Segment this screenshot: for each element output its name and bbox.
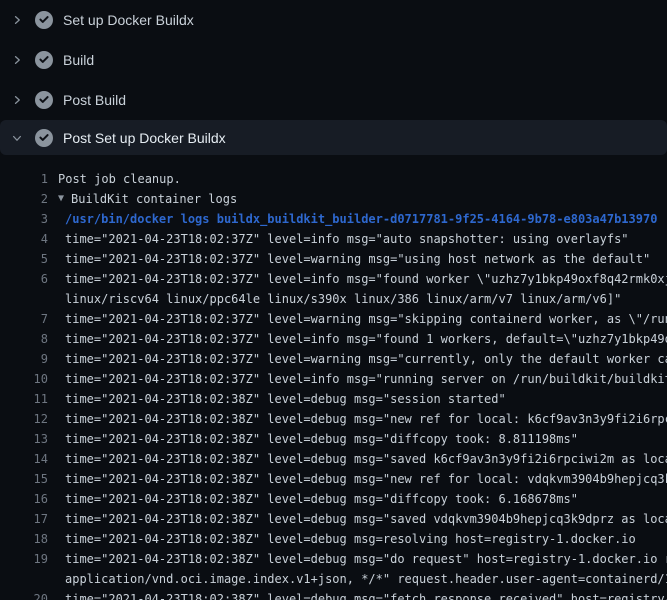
workflow-log-panel: Set up Docker Buildx Build Post Build Po…	[0, 0, 667, 600]
log-line: 14 time="2021-04-23T18:02:38Z" level=debu…	[0, 449, 667, 469]
log-text: time="2021-04-23T18:02:37Z" level=info m…	[65, 232, 629, 246]
log-group-toggle-icon[interactable]: ▼	[58, 189, 64, 209]
line-number[interactable]: 19	[0, 549, 48, 569]
chevron-right-icon	[10, 53, 24, 67]
line-number[interactable]: 20	[0, 589, 48, 600]
log-text: time="2021-04-23T18:02:37Z" level=warnin…	[65, 252, 650, 266]
log-text: time="2021-04-23T18:02:37Z" level=warnin…	[65, 352, 667, 366]
line-number[interactable]: 13	[0, 429, 48, 449]
log-text: application/vnd.oci.image.index.v1+json,…	[65, 572, 667, 586]
line-number[interactable]: 17	[0, 509, 48, 529]
check-circle-icon	[35, 11, 53, 29]
log-text: linux/riscv64 linux/ppc64le linux/s390x …	[65, 292, 621, 306]
log-line: 10 time="2021-04-23T18:02:37Z" level=info…	[0, 369, 667, 389]
step-row-post-build[interactable]: Post Build	[0, 80, 667, 120]
check-circle-icon	[35, 91, 53, 109]
log-line: 15 time="2021-04-23T18:02:38Z" level=debu…	[0, 469, 667, 489]
log-text: time="2021-04-23T18:02:37Z" level=info m…	[65, 332, 667, 346]
step-label: Build	[63, 52, 94, 68]
line-number[interactable]: 2	[0, 189, 48, 209]
log-line: 20 time="2021-04-23T18:02:38Z" level=debu…	[0, 589, 667, 600]
log-line: 7 time="2021-04-23T18:02:37Z" level=warni…	[0, 309, 667, 329]
line-number	[0, 289, 48, 309]
check-circle-icon	[35, 51, 53, 69]
line-number[interactable]: 6	[0, 269, 48, 289]
log-text: time="2021-04-23T18:02:38Z" level=debug …	[65, 392, 506, 406]
line-number[interactable]: 14	[0, 449, 48, 469]
log-text: time="2021-04-23T18:02:38Z" level=debug …	[65, 432, 578, 446]
log-text: time="2021-04-23T18:02:38Z" level=debug …	[65, 532, 636, 546]
log-line: 4 time="2021-04-23T18:02:37Z" level=info …	[0, 229, 667, 249]
log-line: 6 time="2021-04-23T18:02:37Z" level=info …	[0, 269, 667, 289]
line-number[interactable]: 16	[0, 489, 48, 509]
log-text: time="2021-04-23T18:02:38Z" level=debug …	[65, 552, 667, 566]
step-row-post-setup-docker-buildx[interactable]: Post Set up Docker Buildx	[0, 120, 667, 155]
log-line: 2 ▼ BuildKit container logs	[0, 189, 667, 209]
step-label: Set up Docker Buildx	[63, 12, 194, 28]
line-number[interactable]: 1	[0, 169, 48, 189]
log-line: 17 time="2021-04-23T18:02:38Z" level=debu…	[0, 509, 667, 529]
log-line: 19 time="2021-04-23T18:02:38Z" level=debu…	[0, 549, 667, 569]
log-text: time="2021-04-23T18:02:37Z" level=info m…	[65, 272, 667, 286]
line-number	[0, 569, 48, 589]
log-text: time="2021-04-23T18:02:38Z" level=debug …	[65, 492, 578, 506]
log-text: time="2021-04-23T18:02:38Z" level=debug …	[65, 592, 667, 600]
log-line: 1 Post job cleanup.	[0, 169, 667, 189]
log-line: 5 time="2021-04-23T18:02:37Z" level=warni…	[0, 249, 667, 269]
log-line: 11 time="2021-04-23T18:02:38Z" level=debu…	[0, 389, 667, 409]
line-number[interactable]: 7	[0, 309, 48, 329]
line-number[interactable]: 4	[0, 229, 48, 249]
log-line: 13 time="2021-04-23T18:02:38Z" level=debu…	[0, 429, 667, 449]
step-label: Post Set up Docker Buildx	[63, 130, 226, 146]
log-line: 8 time="2021-04-23T18:02:37Z" level=info …	[0, 329, 667, 349]
log-line: 3/usr/bin/docker logs buildx_buildkit_bu…	[0, 209, 667, 229]
line-number[interactable]: 5	[0, 249, 48, 269]
step-row-setup-docker-buildx[interactable]: Set up Docker Buildx	[0, 0, 667, 40]
check-circle-icon	[35, 129, 53, 147]
line-number[interactable]: 18	[0, 529, 48, 549]
log-text: time="2021-04-23T18:02:37Z" level=warnin…	[65, 312, 667, 326]
chevron-right-icon	[10, 13, 24, 27]
line-number[interactable]: 10	[0, 369, 48, 389]
log-command-text: /usr/bin/docker logs buildx_buildkit_bui…	[65, 212, 657, 226]
line-number[interactable]: 9	[0, 349, 48, 369]
log-text: time="2021-04-23T18:02:37Z" level=info m…	[65, 372, 667, 386]
line-number[interactable]: 15	[0, 469, 48, 489]
line-number[interactable]: 11	[0, 389, 48, 409]
log-line: application/vnd.oci.image.index.v1+json,…	[0, 569, 667, 589]
log-line: 9 time="2021-04-23T18:02:37Z" level=warni…	[0, 349, 667, 369]
line-number[interactable]: 3	[0, 209, 48, 229]
step-label: Post Build	[63, 92, 126, 108]
chevron-down-icon	[10, 131, 24, 145]
log-text: time="2021-04-23T18:02:38Z" level=debug …	[65, 452, 667, 466]
log-text: Post job cleanup.	[58, 172, 181, 186]
line-number[interactable]: 12	[0, 409, 48, 429]
log-line: linux/riscv64 linux/ppc64le linux/s390x …	[0, 289, 667, 309]
log-text: time="2021-04-23T18:02:38Z" level=debug …	[65, 412, 667, 426]
log-line: 16 time="2021-04-23T18:02:38Z" level=debu…	[0, 489, 667, 509]
line-number[interactable]: 8	[0, 329, 48, 349]
log-text: time="2021-04-23T18:02:38Z" level=debug …	[65, 512, 667, 526]
step-row-build[interactable]: Build	[0, 40, 667, 80]
log-line: 18 time="2021-04-23T18:02:38Z" level=debu…	[0, 529, 667, 549]
chevron-right-icon	[10, 93, 24, 107]
log-text: BuildKit container logs	[71, 192, 237, 206]
log-text: time="2021-04-23T18:02:38Z" level=debug …	[65, 472, 667, 486]
log-line: 12 time="2021-04-23T18:02:38Z" level=debu…	[0, 409, 667, 429]
log-lines: 1 Post job cleanup. 2 ▼ BuildKit container l…	[0, 155, 667, 600]
